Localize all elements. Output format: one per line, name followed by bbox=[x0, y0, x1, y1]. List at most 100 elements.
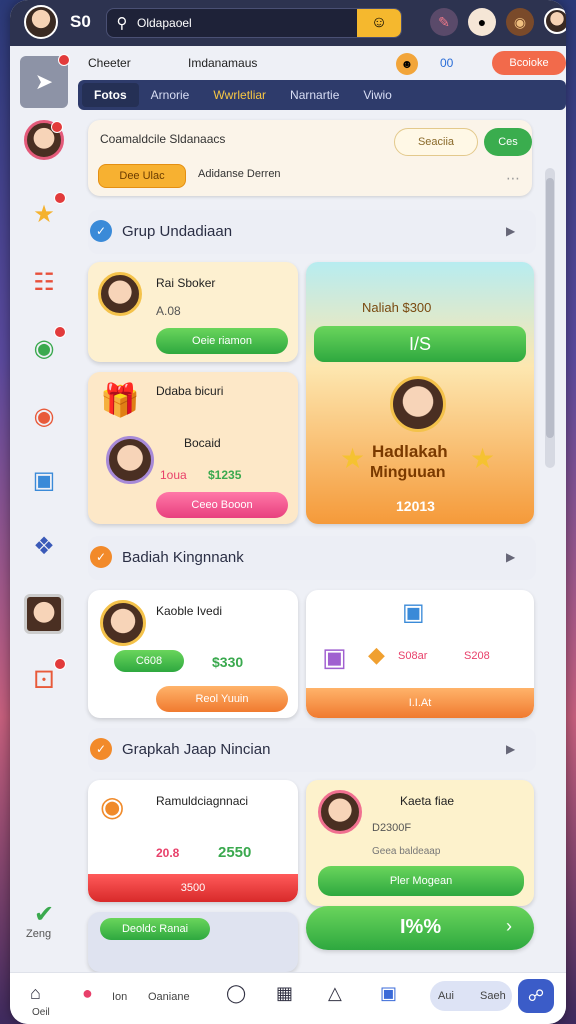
user-avatar[interactable] bbox=[24, 5, 58, 39]
hero-title-1: Hadlakah bbox=[372, 442, 448, 461]
card-button[interactable]: 3500 bbox=[88, 874, 298, 902]
card-price-2: S208 bbox=[464, 650, 490, 662]
notifications-icon[interactable]: ● bbox=[82, 983, 93, 1004]
section-icon: ✓ bbox=[90, 738, 112, 760]
promo-card: Coamaldcile Sldanaacs Seaciia Ces Dee Ul… bbox=[88, 120, 532, 196]
frog-icon[interactable]: ◉ bbox=[24, 326, 66, 368]
promo-secondary-button[interactable]: Seaciia bbox=[394, 128, 478, 156]
tab-viwio[interactable]: Viwio bbox=[351, 83, 403, 107]
hero-avatar bbox=[390, 376, 446, 432]
hero-banner[interactable]: I/S bbox=[314, 326, 526, 362]
rail-menu-button[interactable]: ➤ bbox=[20, 54, 70, 108]
search-bar[interactable]: ⚲ ☺ bbox=[106, 8, 402, 38]
home-label: Oeil bbox=[32, 1007, 50, 1018]
card-button[interactable]: Pler Mogean bbox=[318, 866, 524, 896]
puzzle-icon[interactable]: ❖ bbox=[24, 526, 64, 566]
card-button[interactable]: Ceeo Booon bbox=[156, 492, 288, 518]
section-header-3: ✓ Grapkah Jaap Nincian ▶ bbox=[88, 728, 536, 772]
card-chip[interactable]: C608 bbox=[114, 650, 184, 672]
tab-narnartie[interactable]: Narnartie bbox=[278, 83, 351, 107]
star-icon[interactable]: ★ bbox=[24, 192, 66, 234]
dice-icon[interactable]: ⚀ bbox=[24, 658, 66, 700]
person-icon[interactable]: △ bbox=[328, 983, 342, 1004]
card-kaeta[interactable]: Kaeta fiae D2300F Geea baldeaap Pler Mog… bbox=[306, 780, 534, 906]
card-ddaba[interactable]: 🎁 Ddaba bicuri Bocaid 1oua $1235 Ceeo Bo… bbox=[88, 372, 298, 524]
cookie-icon[interactable]: ◉ bbox=[506, 8, 534, 36]
nav-label: Ion bbox=[112, 991, 128, 1003]
card-deoldc[interactable]: Deoldc Ranai bbox=[88, 912, 298, 972]
rail-friend-avatar[interactable] bbox=[24, 594, 64, 634]
card-avatar bbox=[100, 600, 146, 646]
profile-label-2: Saeh bbox=[480, 990, 506, 1002]
tab-wwrletliar[interactable]: Wwrletliar bbox=[201, 83, 278, 107]
scrollbar[interactable] bbox=[545, 168, 555, 468]
user-row: Cheeter Imdanamaus ☻ 00 Bcoioke bbox=[80, 50, 566, 78]
card-kaoble[interactable]: Kaoble Ivedi C608 $330 Reol Yuuin bbox=[88, 590, 298, 718]
profile-label: Aui bbox=[438, 990, 454, 1002]
coins-icon[interactable]: ◉ bbox=[24, 396, 64, 436]
gift-stack-icon[interactable]: ☷ bbox=[24, 262, 64, 302]
card-rai[interactable]: Rai Sboker A.08 Oeie riamon bbox=[88, 262, 298, 362]
section-arrow-icon[interactable]: ▶ bbox=[506, 742, 515, 756]
promo-go-button[interactable]: Ces bbox=[484, 128, 532, 156]
card-chip[interactable]: Deoldc Ranai bbox=[100, 918, 210, 940]
tab-fotos[interactable]: Fotos bbox=[82, 83, 139, 107]
header-action-button[interactable]: Bcoioke bbox=[492, 51, 566, 75]
coin-icon: ☻ bbox=[396, 53, 418, 75]
notification-badge bbox=[58, 54, 70, 66]
card-avatar bbox=[318, 790, 362, 834]
card-avatar bbox=[98, 272, 142, 316]
card-title: Kaoble Ivedi bbox=[156, 604, 223, 618]
profile-chip[interactable]: Aui Saeh bbox=[430, 981, 512, 1011]
notification-badge bbox=[54, 658, 66, 670]
rail-avatar[interactable] bbox=[24, 120, 64, 160]
section-header-1: ✓ Grup Undadiaan ▶ bbox=[88, 210, 536, 254]
friend-avatar-icon[interactable] bbox=[544, 8, 566, 34]
chevron-right-icon[interactable]: › bbox=[506, 916, 512, 937]
user-name-2[interactable]: Imdanamaus bbox=[188, 56, 257, 70]
section-title: Grapkah Jaap Nincian bbox=[122, 741, 271, 758]
points-value: 00 bbox=[440, 56, 454, 70]
section-arrow-icon[interactable]: ▶ bbox=[506, 224, 515, 238]
action-button[interactable]: ☍ bbox=[518, 979, 554, 1013]
tab-arnorie[interactable]: Arnorie bbox=[139, 83, 202, 107]
card-avatar bbox=[106, 436, 154, 484]
main-content: Coamaldcile Sldanaacs Seaciia Ces Dee Ul… bbox=[78, 116, 540, 972]
card-title: Kaeta fiae bbox=[400, 794, 455, 808]
section-header-2: ✓ Badiah Kingnnank ▶ bbox=[88, 536, 536, 580]
section-title: Grup Undadiaan bbox=[122, 223, 233, 240]
card-label: Bocaid bbox=[184, 436, 221, 450]
search-input[interactable] bbox=[137, 16, 357, 30]
rail-label: Zeng bbox=[26, 928, 52, 940]
card-title: Ramuldciagnnaci bbox=[156, 794, 249, 808]
basket-icon: ◉ bbox=[100, 791, 125, 822]
section-arrow-icon[interactable]: ▶ bbox=[506, 550, 515, 564]
bag-icon[interactable]: ▣ bbox=[380, 983, 397, 1004]
grid-icon[interactable]: ▦ bbox=[276, 983, 293, 1004]
star-icon: ★ bbox=[340, 443, 366, 474]
card-bundle[interactable]: ▣ ▣ ◆ S08ar S208 I.I.At bbox=[306, 590, 534, 718]
user-name-1[interactable]: Cheeter bbox=[88, 56, 131, 70]
card-price-1: 1oua bbox=[160, 468, 187, 482]
scrollbar-thumb[interactable] bbox=[546, 178, 554, 438]
hero-card[interactable]: Naliah $300 I/S ★ ★ Hadlakah Minguuan 12… bbox=[306, 262, 534, 524]
home-icon[interactable]: ⌂ bbox=[30, 983, 41, 1004]
more-icon[interactable]: ⋯ bbox=[506, 170, 520, 187]
edit-icon[interactable]: ✎ bbox=[430, 8, 458, 36]
app-title: S0 bbox=[70, 12, 91, 31]
progress-value: I%% bbox=[400, 916, 442, 938]
chat-icon[interactable]: ◯ bbox=[226, 983, 246, 1004]
shield-icon: ◆ bbox=[368, 642, 385, 667]
search-icon: ⚲ bbox=[116, 15, 128, 32]
card-button[interactable]: Oeie riamon bbox=[156, 328, 288, 354]
progress-banner[interactable]: I%% › bbox=[306, 906, 534, 950]
card-button[interactable]: Reol Yuuin bbox=[156, 686, 288, 712]
camera-icon[interactable]: ▣ bbox=[24, 460, 64, 500]
search-go-button[interactable]: ☺ bbox=[357, 9, 401, 37]
pet-avatar-icon[interactable]: ● bbox=[468, 8, 496, 36]
star-icon: ★ bbox=[470, 443, 496, 474]
card-ramul[interactable]: ◉ Ramuldciagnnaci 20.8 2550 3500 bbox=[88, 780, 298, 902]
card-title: Rai Sboker bbox=[156, 276, 216, 290]
promo-chip[interactable]: Dee Ulac bbox=[98, 164, 186, 188]
card-button[interactable]: I.I.At bbox=[306, 688, 534, 718]
